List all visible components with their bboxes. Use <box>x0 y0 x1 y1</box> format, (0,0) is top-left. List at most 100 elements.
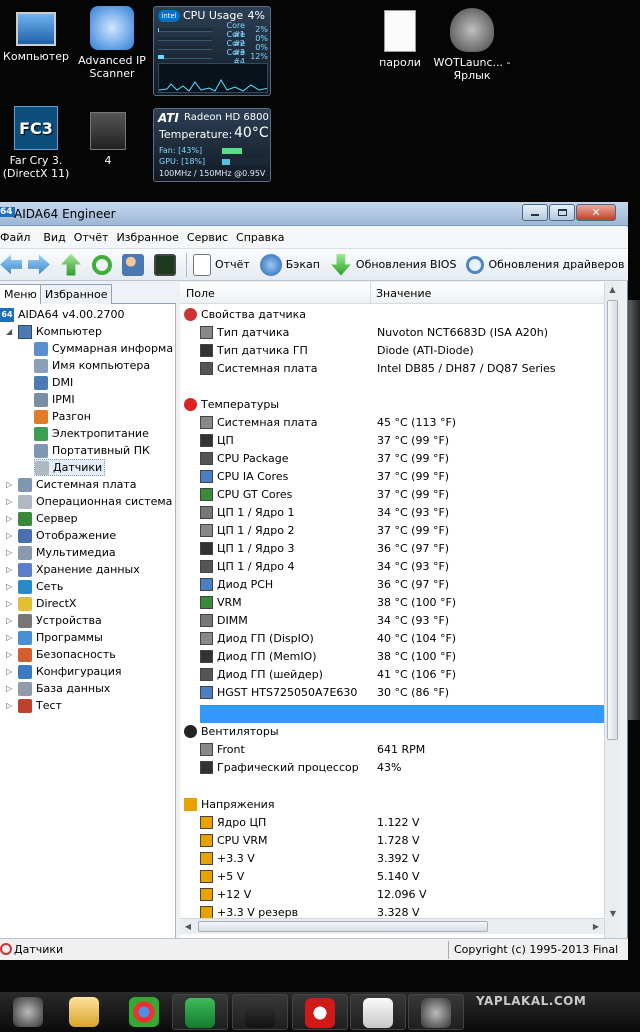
driver-update-button[interactable]: Обновления драйверов <box>466 255 624 274</box>
tree-top-item[interactable]: ▷ Мультимедиа <box>6 544 116 561</box>
expand-icon[interactable]: ▷ <box>6 616 15 625</box>
tree-root[interactable]: 64 AIDA64 v4.00.2700 <box>0 306 125 323</box>
expand-icon[interactable]: ▷ <box>6 701 15 710</box>
tree-top-item[interactable]: ▷ Системная плата <box>6 476 137 493</box>
sensor-row[interactable]: Графический процессор 43% <box>180 759 604 777</box>
sensor-row[interactable]: CPU GT Cores 37 °C (99 °F) <box>180 486 604 504</box>
sensor-row[interactable]: Диод ГП (DispIO) 40 °C (104 °F) <box>180 630 604 648</box>
vertical-scrollbar[interactable]: ▲ ▼ <box>604 282 620 938</box>
tree-top-item[interactable]: ▷ Безопасность <box>6 646 116 663</box>
expand-icon[interactable]: ▷ <box>6 684 15 693</box>
forward-button[interactable] <box>28 254 54 276</box>
tab-favorites[interactable]: Избранное <box>40 284 113 304</box>
users-button[interactable] <box>122 253 148 276</box>
sensor-row[interactable]: ЦП 1 / Ядро 4 34 °C (93 °F) <box>180 558 604 576</box>
desktop-icon-folder-4[interactable]: 4 <box>66 112 150 167</box>
sensor-row[interactable]: Диод ГП (MemIO) 38 °C (100 °F) <box>180 648 604 666</box>
column-field[interactable]: Поле <box>186 287 215 300</box>
backup-button[interactable]: Бэкап <box>259 253 320 276</box>
close-button[interactable]: ✕ <box>576 204 616 221</box>
tree-child-item[interactable]: Суммарная информа <box>34 340 173 357</box>
scroll-up-arrow[interactable]: ▲ <box>605 282 620 298</box>
sensor-row[interactable]: Front 641 RPM <box>180 741 604 759</box>
refresh-button[interactable] <box>92 254 116 275</box>
sensor-row[interactable]: Ядро ЦП 1.122 V <box>180 814 604 832</box>
expand-icon[interactable]: ▷ <box>6 633 15 642</box>
tree-child-item[interactable]: DMI <box>34 374 73 391</box>
column-value[interactable]: Значение <box>376 287 431 300</box>
sensor-row[interactable]: ЦП 1 / Ядро 1 34 °C (93 °F) <box>180 504 604 522</box>
expand-icon[interactable]: ▷ <box>6 650 15 659</box>
sensor-row[interactable]: CPU VRM 1.728 V <box>180 832 604 850</box>
scroll-thumb[interactable] <box>607 300 618 740</box>
tree-top-item[interactable]: ▷ Конфигурация <box>6 663 122 680</box>
aida64-window[interactable]: 64 AIDA64 Engineer ✕ Файл Вид Отчёт Избр… <box>0 202 628 960</box>
cpu-usage-gadget[interactable]: intel CPU Usage 4% Core #1 2% Core #2 0% Cor… <box>153 6 271 96</box>
collapse-icon[interactable]: ◢ <box>6 327 15 336</box>
tree-child-item[interactable]: IPMI <box>34 391 75 408</box>
tree-item-computer[interactable]: ◢ Компьютер <box>6 323 102 340</box>
bios-update-button[interactable]: Обновления BIOS <box>330 253 456 276</box>
group-sensor[interactable]: Свойства датчика <box>180 306 604 324</box>
expand-icon[interactable]: ▷ <box>6 599 15 608</box>
expand-icon[interactable]: ▷ <box>6 548 15 557</box>
sensor-row[interactable]: Тип датчика ГП Diode (ATI-Diode) <box>180 342 604 360</box>
horizontal-scrollbar[interactable]: ◀ ▶ <box>180 918 604 934</box>
tree-child-item[interactable]: Электропитание <box>34 425 149 442</box>
sensor-row[interactable]: Диод PCH 36 °C (97 °F) <box>180 576 604 594</box>
tree-top-item[interactable]: ▷ Устройства <box>6 612 102 629</box>
sensor-row[interactable]: ЦП 1 / Ядро 3 36 °C (97 °F) <box>180 540 604 558</box>
scroll-right-arrow[interactable]: ▶ <box>588 919 604 935</box>
menu-file[interactable]: Файл <box>0 231 30 244</box>
sensor-row[interactable]: ЦП 1 / Ядро 2 37 °C (99 °F) <box>180 522 604 540</box>
expand-icon[interactable]: ▷ <box>6 565 15 574</box>
tree-top-item[interactable]: ▷ Тест <box>6 697 62 714</box>
menu-service[interactable]: Сервис <box>187 231 228 244</box>
menu-view[interactable]: Вид <box>43 231 65 244</box>
sensor-row[interactable]: Диод ГП (шейдер) 41 °C (106 °F) <box>180 666 604 684</box>
tree-top-item[interactable]: ▷ Сеть <box>6 578 63 595</box>
scroll-left-arrow[interactable]: ◀ <box>180 919 196 935</box>
sensor-row[interactable]: CPU IA Cores 37 °C (99 °F) <box>180 468 604 486</box>
taskbar-app[interactable] <box>0 994 56 1030</box>
desktop-icon-computer[interactable]: Компьютер <box>0 8 78 63</box>
sensor-row[interactable]: DIMM 34 °C (93 °F) <box>180 612 604 630</box>
taskbar-app[interactable] <box>232 994 288 1030</box>
report-button[interactable]: Отчёт <box>193 253 250 276</box>
minimize-button[interactable] <box>522 204 548 221</box>
taskbar-app[interactable] <box>172 994 228 1030</box>
tree-top-item[interactable]: ▷ Отображение <box>6 527 116 544</box>
expand-icon[interactable]: ▷ <box>6 582 15 591</box>
expand-icon[interactable]: ▷ <box>6 531 15 540</box>
scroll-down-arrow[interactable]: ▼ <box>605 906 621 922</box>
sensor-row[interactable]: VRM 38 °C (100 °F) <box>180 594 604 612</box>
sensor-row[interactable]: Системная плата 45 °C (113 °F) <box>180 414 604 432</box>
menu-help[interactable]: Справка <box>236 231 284 244</box>
sensor-row[interactable]: HGST HTS725050A7E630 30 °C (86 °F) <box>180 684 604 702</box>
expand-icon[interactable]: ▷ <box>6 480 15 489</box>
expand-icon[interactable]: ▷ <box>6 667 15 676</box>
title-bar[interactable]: 64 AIDA64 Engineer ✕ <box>0 202 628 226</box>
tree-top-item[interactable]: ▷ Программы <box>6 629 103 646</box>
tree-top-item[interactable]: ▷ Операционная система <box>6 493 172 510</box>
hscroll-thumb[interactable] <box>198 921 488 932</box>
group-fans[interactable]: Вентиляторы <box>180 723 604 741</box>
back-button[interactable] <box>0 254 26 276</box>
selected-empty-row[interactable] <box>200 705 604 723</box>
expand-icon[interactable]: ▷ <box>6 514 15 523</box>
tree-top-item[interactable]: ▷ Сервер <box>6 510 78 527</box>
tab-menu[interactable]: Меню <box>0 284 42 304</box>
group-volts[interactable]: Напряжения <box>180 796 604 814</box>
taskbar-app[interactable] <box>56 994 112 1030</box>
monitor-button[interactable] <box>154 253 180 276</box>
sensor-row[interactable]: Системная плата Intel DB85 / DH87 / DQ87 … <box>180 360 604 378</box>
gpu-gadget[interactable]: ATI Radeon HD 6800 Temperature: 40°C Fan… <box>153 108 271 182</box>
tree-child-item[interactable]: Имя компьютера <box>34 357 150 374</box>
desktop-icon-ip-scanner[interactable]: Advanced IP Scanner <box>70 6 154 80</box>
taskbar-app[interactable] <box>350 994 406 1030</box>
tree-child-item[interactable]: Датчики <box>34 459 106 476</box>
sensor-row[interactable]: +3.3 V 3.392 V <box>180 850 604 868</box>
expand-icon[interactable]: ▷ <box>6 497 15 506</box>
tree-child-item[interactable]: Портативный ПК <box>34 442 150 459</box>
tree-child-item[interactable]: Разгон <box>34 408 91 425</box>
